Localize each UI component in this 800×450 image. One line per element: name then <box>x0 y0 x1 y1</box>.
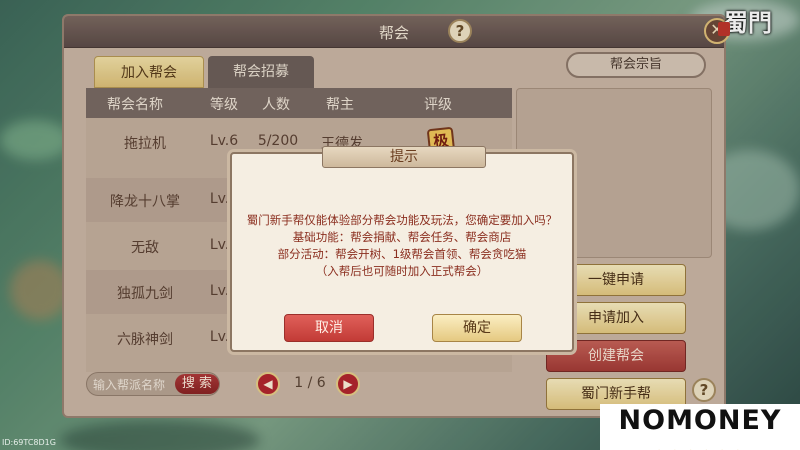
dialog-message-line: 蜀门新手帮仅能体验部分帮会功能及玩法，您确定要加入吗？ <box>246 213 558 227</box>
confirm-button[interactable]: 确定 <box>432 314 522 342</box>
player-id-text: ID:69TC8D1G <box>2 438 56 447</box>
confirm-dialog: 提示 蜀门新手帮仅能体验部分帮会功能及玩法，您确定要加入吗？ 基础功能：帮会捐献… <box>230 146 574 352</box>
watermark-dots: ● ● ● ● ● ● <box>600 436 800 450</box>
watermark-logo: NOMONEY ● ● ● ● ● ● <box>600 404 800 450</box>
dialog-message-line: 基础功能：帮会捐献、帮会任务、帮会商店 <box>292 230 512 244</box>
dialog-message-line: （入帮后也可随时加入正式帮会） <box>315 264 489 278</box>
watermark-text: NOMONEY <box>618 405 782 436</box>
cancel-button[interactable]: 取消 <box>284 314 374 342</box>
dialog-title: 提示 <box>322 146 486 168</box>
dialog-message-line: 部分活动：帮会开树、1级帮会首领、帮会贪吃猫 <box>277 247 527 261</box>
